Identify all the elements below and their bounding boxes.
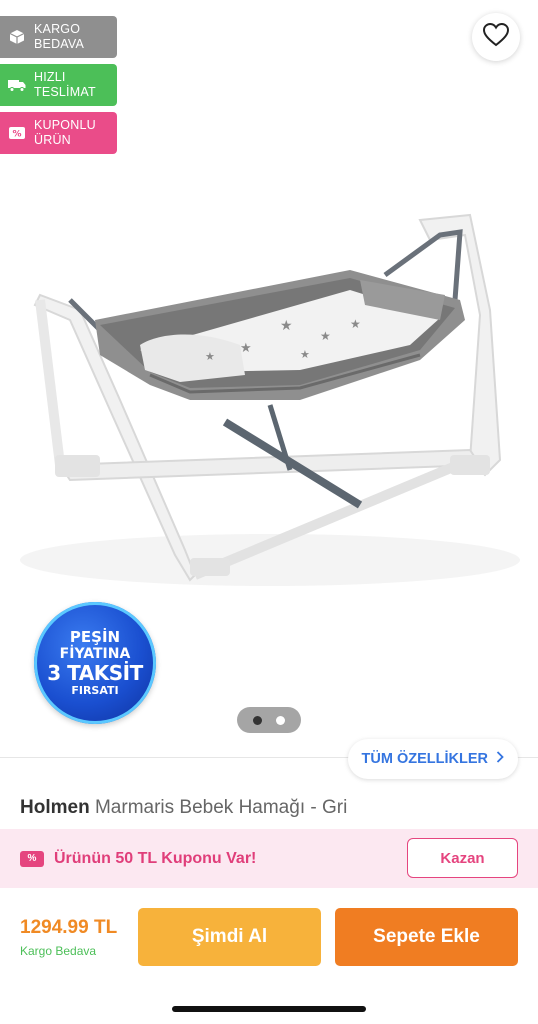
product-price: 1294.99 TL: [20, 917, 118, 938]
badge-label-line2: ÜRÜN: [34, 133, 71, 147]
badge-label-line1: KUPONLU: [34, 118, 96, 132]
add-to-cart-button[interactable]: Sepete Ekle: [335, 908, 518, 966]
svg-text:★: ★: [300, 348, 310, 361]
promo-line4: FIRSATI: [71, 683, 119, 697]
promo-line2: FİYATINA: [59, 645, 131, 662]
carousel-dot[interactable]: [276, 715, 285, 725]
product-image[interactable]: ★ ★ ★ ★ ★ ★: [0, 160, 538, 620]
badge-label-line1: HIZLI: [34, 70, 66, 84]
badge-free-shipping: KARGO BEDAVA: [0, 16, 117, 58]
carousel-indicator: [237, 707, 301, 733]
home-indicator[interactable]: [172, 1006, 366, 1012]
svg-text:★: ★: [205, 350, 215, 363]
carousel-dot-active[interactable]: [253, 715, 262, 725]
badge-fast-delivery: HIZLI TESLİMAT: [0, 64, 117, 106]
badge-label-line1: KARGO: [34, 22, 81, 36]
all-features-button[interactable]: TÜM ÖZELLİKLER: [347, 739, 518, 779]
svg-text:★: ★: [280, 318, 293, 334]
shipping-note: Kargo Bedava: [20, 944, 97, 958]
favorite-button[interactable]: [472, 13, 520, 61]
badge-label-line2: TESLİMAT: [34, 85, 96, 99]
truck-icon: [8, 76, 26, 94]
coupon-banner: % Ürünün 50 TL Kuponu Var! Kazan: [0, 829, 538, 888]
product-badges: KARGO BEDAVA HIZLI TESLİMAT % KUPONLU ÜR…: [0, 16, 117, 160]
coupon-ticket-icon: %: [20, 850, 44, 867]
product-title: Holmen Marmaris Bebek Hamağı - Gri: [20, 797, 347, 819]
heart-icon: [482, 22, 510, 52]
svg-text:★: ★: [240, 341, 252, 356]
svg-text:★: ★: [350, 317, 361, 331]
badge-coupon-product: % KUPONLU ÜRÜN: [0, 112, 117, 154]
svg-text:★: ★: [320, 329, 331, 343]
all-features-label: TÜM ÖZELLİKLER: [361, 751, 488, 767]
installment-promo-sticker: PEŞİN FİYATINA 3 TAKSİT FIRSATI: [34, 602, 156, 724]
buy-now-button[interactable]: Şimdi Al: [138, 908, 321, 966]
badge-label-line2: BEDAVA: [34, 37, 85, 51]
coupon-text: Ürünün 50 TL Kuponu Var!: [54, 849, 257, 867]
promo-line1: PEŞİN: [69, 627, 121, 646]
claim-coupon-button[interactable]: Kazan: [407, 838, 518, 878]
svg-text:%: %: [12, 130, 21, 140]
coupon-icon: %: [8, 124, 26, 142]
chevron-right-icon: [496, 751, 504, 767]
product-brand[interactable]: Holmen: [20, 797, 90, 818]
box-icon: [8, 28, 26, 46]
promo-line3: 3 TAKSİT: [47, 660, 143, 685]
product-name: Marmaris Bebek Hamağı - Gri: [94, 797, 348, 818]
